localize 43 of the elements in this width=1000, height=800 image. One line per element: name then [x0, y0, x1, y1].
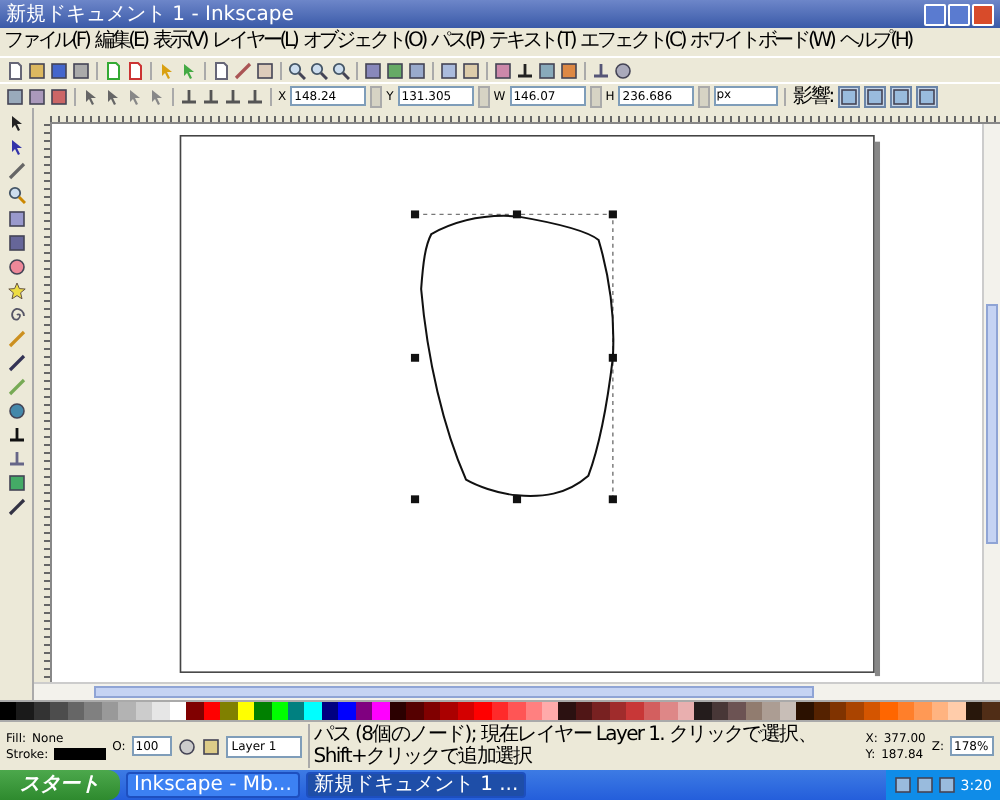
taskbar-button[interactable]: Inkscape - Mb...: [126, 772, 300, 798]
maximize-button[interactable]: [948, 3, 970, 25]
menu-item[interactable]: ホワイトボード(W): [690, 30, 834, 54]
window-title: 新規ドキュメント 1 - Inkscape: [6, 1, 296, 28]
star-icon[interactable]: [7, 282, 25, 300]
menu-item[interactable]: レイヤー(L): [212, 30, 297, 54]
resize-handle[interactable]: [410, 353, 420, 362]
menu-item[interactable]: 編集(E): [94, 30, 147, 54]
scroll-thumb[interactable]: [94, 686, 814, 698]
menu-item[interactable]: オブジェクト(O): [302, 30, 426, 54]
menu-item[interactable]: ファイル(F): [4, 30, 89, 54]
box-icon[interactable]: [7, 234, 25, 252]
copy-icon[interactable]: [212, 61, 230, 79]
zoom-icon[interactable]: [7, 186, 25, 204]
taskbar-button[interactable]: 新規ドキュメント 1 ...: [305, 772, 527, 798]
start-button[interactable]: スタート: [0, 770, 120, 800]
resize-handle[interactable]: [608, 495, 617, 504]
pointer-icon[interactable]: [7, 114, 25, 132]
affect-label: 影響:: [792, 83, 834, 110]
menu-item[interactable]: ヘルプ(H): [839, 30, 912, 54]
ellipse-icon[interactable]: [7, 258, 25, 276]
rectangle-icon[interactable]: [7, 210, 25, 228]
new-document-icon[interactable]: [6, 61, 24, 79]
scroll-thumb[interactable]: [986, 304, 998, 544]
close-button[interactable]: [972, 3, 994, 25]
resize-handle[interactable]: [410, 210, 420, 219]
menu-item[interactable]: エフェクト(C): [580, 30, 685, 54]
status-message: パス (8個のノード); 現在レイヤー Layer 1. クリックで選択、Shift+クリックで追加選択: [307, 724, 860, 768]
minimize-button[interactable]: [924, 3, 946, 25]
resize-handle[interactable]: [512, 495, 522, 504]
spiral-icon[interactable]: [7, 306, 25, 324]
color-palette[interactable]: [0, 700, 1000, 720]
stroke-swatch[interactable]: [54, 748, 107, 760]
node-icon[interactable]: [7, 138, 25, 156]
menu-item[interactable]: 表示(V): [152, 30, 207, 54]
scrollbar[interactable]: [982, 124, 1000, 682]
resize-handle[interactable]: [608, 210, 617, 219]
menu-item[interactable]: パス(P): [431, 30, 483, 54]
resize-handle[interactable]: [512, 210, 522, 219]
scrollbar[interactable]: [34, 682, 1000, 700]
menu-item[interactable]: テキスト(T): [488, 30, 575, 54]
resize-handle[interactable]: [608, 353, 617, 362]
resize-handle[interactable]: [410, 495, 420, 504]
